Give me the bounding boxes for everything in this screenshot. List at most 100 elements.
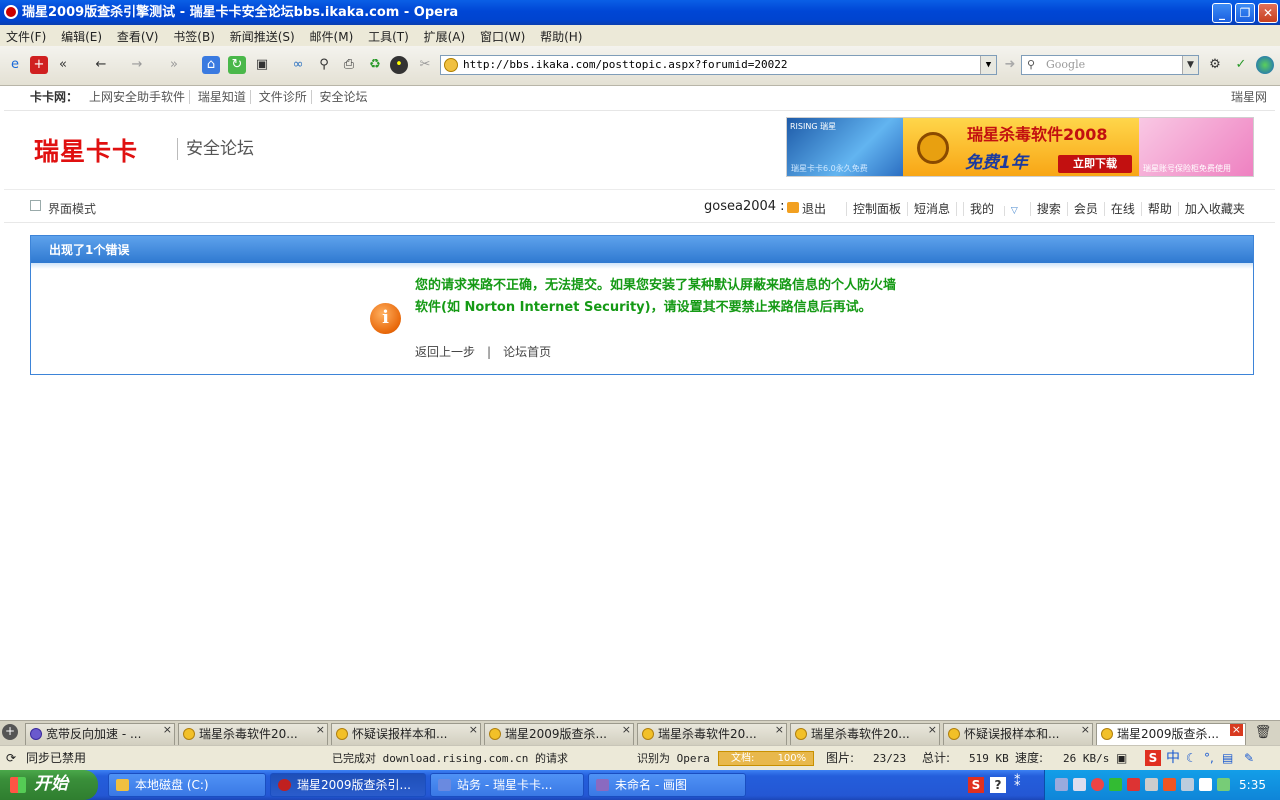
tab-active[interactable]: 瑞星2009版查杀... × xyxy=(1096,723,1246,745)
menu-file[interactable]: 文件(F) xyxy=(0,25,51,46)
connection-icon[interactable] xyxy=(1217,778,1230,791)
ninja-icon[interactable]: • xyxy=(390,56,408,74)
address-bar[interactable]: http://bbs.ikaka.com/posttopic.aspx?foru… xyxy=(440,55,997,75)
forward-icon[interactable]: → xyxy=(128,56,146,74)
zoom-indicator[interactable]: 文档: 100% xyxy=(718,751,814,766)
taskbar-item[interactable]: 本地磁盘 (C:) xyxy=(108,773,266,797)
antivirus-icon[interactable] xyxy=(1163,778,1176,791)
minimize-button[interactable]: _ xyxy=(1212,3,1232,23)
moon-icon[interactable]: ☾ xyxy=(1186,746,1197,771)
download-now-button[interactable]: 立即下载 xyxy=(1058,155,1132,173)
menu-feeds[interactable]: 新闻推送(S) xyxy=(224,25,300,46)
site-logo[interactable]: 瑞星卡卡 xyxy=(34,132,138,168)
tab[interactable]: 瑞星杀毒软件20... × xyxy=(178,723,328,745)
favorites-link[interactable]: 加入收藏夹 xyxy=(1177,202,1251,216)
tab[interactable]: 瑞星2009版查杀... × xyxy=(484,723,634,745)
sync-icon[interactable]: ⟳ xyxy=(6,746,16,771)
go-icon[interactable]: ➜ xyxy=(1001,56,1019,74)
rewind-icon[interactable]: « xyxy=(54,56,72,74)
topnav-link[interactable]: 安全论坛 xyxy=(316,90,372,104)
tab[interactable]: 怀疑误报样本和... × xyxy=(943,723,1093,745)
topnav-link[interactable]: 上网安全助手软件 xyxy=(85,90,191,104)
menu-view[interactable]: 查看(V) xyxy=(111,25,164,46)
tab-close-icon[interactable]: × xyxy=(1081,724,1090,740)
window-title-bar[interactable]: 瑞星2009版查杀引擎测试 - 瑞星卡卡安全论坛bbs.ikaka.com - … xyxy=(0,0,1280,25)
settings-icon[interactable]: ⚙ xyxy=(1206,56,1224,74)
sogou-icon[interactable]: S xyxy=(1145,750,1161,766)
logout-link[interactable]: 退出 xyxy=(800,202,832,216)
tools-icon[interactable]: ✎ xyxy=(1244,746,1254,771)
menu-extensions[interactable]: 扩展(A) xyxy=(418,25,471,46)
help-link[interactable]: 帮助 xyxy=(1140,202,1178,216)
banner-vault[interactable]: 瑞星账号保险柜免费使用 xyxy=(1139,118,1253,176)
taskbar-item[interactable]: 未命名 - 画图 xyxy=(588,773,746,797)
interface-mode-label[interactable]: 界面模式 xyxy=(48,200,96,217)
tools-icon[interactable]: ✂ xyxy=(416,56,434,74)
back-link[interactable]: 返回上一步 xyxy=(415,345,475,359)
taskbar-item-active[interactable]: 瑞星2009版查杀引... xyxy=(270,773,426,797)
topnav-link[interactable]: 瑞星知道 xyxy=(193,90,251,104)
menu-mail[interactable]: 邮件(M) xyxy=(304,25,359,46)
fast-forward-icon[interactable]: » xyxy=(165,56,183,74)
camera-icon[interactable]: ▣ xyxy=(1116,746,1127,771)
interface-mode-checkbox[interactable] xyxy=(30,200,41,211)
print-icon[interactable]: ⎙ xyxy=(340,56,358,74)
home-icon[interactable]: ⌂ xyxy=(202,56,220,74)
shield-icon[interactable]: + xyxy=(30,56,48,74)
new-tab-icon[interactable]: + xyxy=(2,724,18,740)
tab-close-icon[interactable]: × xyxy=(622,724,631,740)
tab[interactable]: 瑞星杀毒软件20... × xyxy=(637,723,787,745)
wifi-icon[interactable] xyxy=(1199,778,1212,791)
clock[interactable]: 5:35 xyxy=(1239,770,1266,800)
my-menu[interactable]: 我的 ▽ xyxy=(956,202,1030,216)
tab-close-icon[interactable]: × xyxy=(469,724,478,740)
tab-close-icon[interactable]: × xyxy=(775,724,784,740)
close-button[interactable]: ✕ xyxy=(1258,3,1278,23)
security-icon[interactable] xyxy=(1127,778,1140,791)
menu-edit[interactable]: 编辑(E) xyxy=(55,25,107,46)
tab[interactable]: 怀疑误报样本和... × xyxy=(331,723,481,745)
messages-link[interactable]: 短消息 xyxy=(907,202,957,216)
menu-window[interactable]: 窗口(W) xyxy=(474,25,530,46)
forum-home-link[interactable]: 论坛首页 xyxy=(503,345,551,359)
identify-as[interactable]: 识别为 Opera xyxy=(637,746,710,771)
tab-close-icon[interactable]: × xyxy=(163,724,172,740)
back-icon[interactable]: ← xyxy=(92,56,110,74)
tab[interactable]: 瑞星杀毒软件20... × xyxy=(790,723,940,745)
rising-icon[interactable] xyxy=(1091,778,1104,791)
sogou-icon[interactable]: S xyxy=(968,777,984,793)
keyboard-icon[interactable] xyxy=(1073,778,1086,791)
online-link[interactable]: 在线 xyxy=(1103,202,1141,216)
search-input[interactable]: ⚲ Google ▼ xyxy=(1021,55,1199,75)
umbrella-icon[interactable] xyxy=(1109,778,1122,791)
network-icon[interactable] xyxy=(1055,778,1068,791)
taskbar-item[interactable]: 站务 - 瑞星卡卡... xyxy=(430,773,584,797)
control-panel-link[interactable]: 控制面板 xyxy=(846,202,908,216)
menu-bookmarks[interactable]: 书签(B) xyxy=(167,25,220,46)
ad-banner[interactable]: RISING 瑞星 瑞星卡卡6.0永久免费 瑞星杀毒软件2008 免费1年 立即… xyxy=(786,117,1254,177)
banner-kaka[interactable]: RISING 瑞星 瑞星卡卡6.0永久免费 xyxy=(787,118,903,176)
start-button[interactable]: 开始 xyxy=(0,770,98,800)
search-link[interactable]: 搜索 xyxy=(1029,202,1067,216)
menu-help[interactable]: 帮助(H) xyxy=(534,25,587,46)
volume-icon[interactable] xyxy=(1145,778,1158,791)
sync-icon[interactable] xyxy=(1181,778,1194,791)
chevron-icon[interactable]: ⁑ xyxy=(1014,775,1021,790)
camera-icon[interactable]: ▣ xyxy=(253,56,271,74)
tab-close-icon[interactable]: × xyxy=(1229,724,1243,736)
my-link[interactable]: 我的 xyxy=(963,202,1001,216)
globe-icon[interactable] xyxy=(1256,56,1274,74)
tab[interactable]: 宽带反向加速 - ... × xyxy=(25,723,175,745)
tab-close-icon[interactable]: × xyxy=(316,724,325,740)
trash-icon[interactable]: 🗑 xyxy=(1254,724,1272,742)
link-icon[interactable]: ∞ xyxy=(289,56,307,74)
punctuation-icon[interactable]: °, xyxy=(1204,746,1214,771)
recycle-icon[interactable]: ♻ xyxy=(366,56,384,74)
username[interactable]: gosea2004 : xyxy=(704,199,785,214)
topnav-link[interactable]: 文件诊所 xyxy=(254,90,312,104)
keyboard-icon[interactable]: ▤ xyxy=(1222,746,1233,771)
banner-antivirus[interactable]: 瑞星杀毒软件2008 免费1年 立即下载 xyxy=(903,118,1139,176)
ime-chinese-icon[interactable]: 中 xyxy=(1166,746,1180,771)
ie-icon[interactable]: e xyxy=(6,56,24,74)
search-dropdown-icon[interactable]: ▼ xyxy=(1182,56,1198,74)
